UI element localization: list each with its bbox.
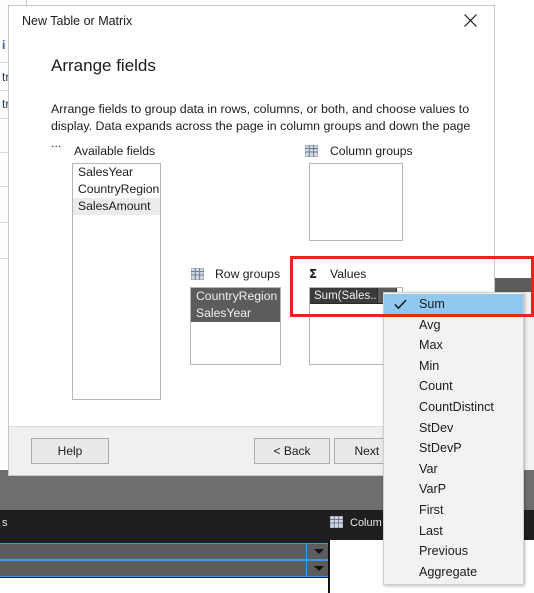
values-label: Values [330, 267, 367, 281]
aggregate-dropdown-menu[interactable]: Sum Avg Max Min Count CountDistinct StDe… [383, 292, 524, 586]
menu-item-var[interactable]: Var [384, 459, 523, 480]
menu-item-stdevp[interactable]: StDevP [384, 438, 523, 459]
menu-item-label: Var [419, 461, 438, 476]
column-groups-list[interactable] [309, 163, 403, 241]
list-item[interactable]: SalesYear [191, 305, 280, 322]
grid-icon [304, 144, 319, 158]
menu-item-label: VarP [419, 482, 447, 497]
background-dark-header-label: s [2, 517, 8, 529]
background-column-label: Colum [350, 517, 382, 529]
menu-item-label: StDevP [419, 441, 462, 456]
menu-item-sum[interactable]: Sum [384, 294, 523, 315]
menu-item-label: Previous [419, 544, 468, 559]
menu-item-label: StDev [419, 420, 454, 435]
list-item[interactable]: SalesYear [73, 164, 160, 181]
background-lower-white [0, 578, 328, 593]
menu-item-last[interactable]: Last [384, 521, 523, 542]
check-icon [394, 294, 407, 315]
menu-item-min[interactable]: Min [384, 356, 523, 377]
background-dropdown-row[interactable] [0, 560, 328, 577]
dialog-title-bar: New Table or Matrix [9, 6, 494, 37]
menu-item-max[interactable]: Max [384, 335, 523, 356]
dialog-title: New Table or Matrix [22, 14, 133, 28]
close-button[interactable] [448, 6, 492, 35]
menu-item-label: Max [419, 338, 443, 353]
close-icon [463, 14, 477, 27]
available-fields-label: Available fields [74, 144, 156, 158]
menu-item-label: Sum [419, 297, 445, 311]
menu-item-count[interactable]: Count [384, 376, 523, 397]
menu-item-avg[interactable]: Avg [384, 315, 523, 336]
menu-item-label: Last [419, 523, 443, 538]
menu-item-stdev[interactable]: StDev [384, 418, 523, 439]
chevron-down-icon[interactable] [306, 544, 328, 559]
menu-item-aggregate[interactable]: Aggregate [384, 562, 523, 583]
list-item[interactable]: CountryRegion [73, 181, 160, 198]
row-groups-label: Row groups [215, 267, 281, 281]
list-item[interactable]: CountryRegion [191, 288, 280, 305]
menu-item-label: Avg [419, 317, 441, 332]
available-fields-list[interactable]: SalesYear CountryRegion SalesAmount [72, 163, 161, 400]
menu-item-label: Min [419, 358, 440, 373]
sigma-icon: Σ [309, 267, 318, 281]
menu-item-previous[interactable]: Previous [384, 541, 523, 562]
menu-item-countdistinct[interactable]: CountDistinct [384, 397, 523, 418]
column-groups-label: Column groups [330, 144, 413, 158]
grid-icon [190, 267, 205, 281]
background-dropdown-row[interactable] [0, 543, 328, 560]
row-groups-list[interactable]: CountryRegion SalesYear [190, 287, 281, 365]
page-title: Arrange fields [51, 56, 156, 75]
menu-item-label: Count [419, 379, 453, 394]
grid-icon [329, 515, 344, 529]
menu-item-label: CountDistinct [419, 399, 494, 414]
back-button[interactable]: < Back [254, 438, 330, 464]
menu-item-first[interactable]: First [384, 500, 523, 521]
chevron-down-icon[interactable] [306, 561, 328, 576]
list-item[interactable]: SalesAmount [73, 198, 160, 215]
help-button[interactable]: Help [31, 438, 109, 464]
menu-item-label: Aggregate [419, 564, 478, 579]
values-field-value: Sum(Sales... [314, 289, 377, 302]
menu-item-varp[interactable]: VarP [384, 479, 523, 500]
menu-item-label: First [419, 502, 444, 517]
